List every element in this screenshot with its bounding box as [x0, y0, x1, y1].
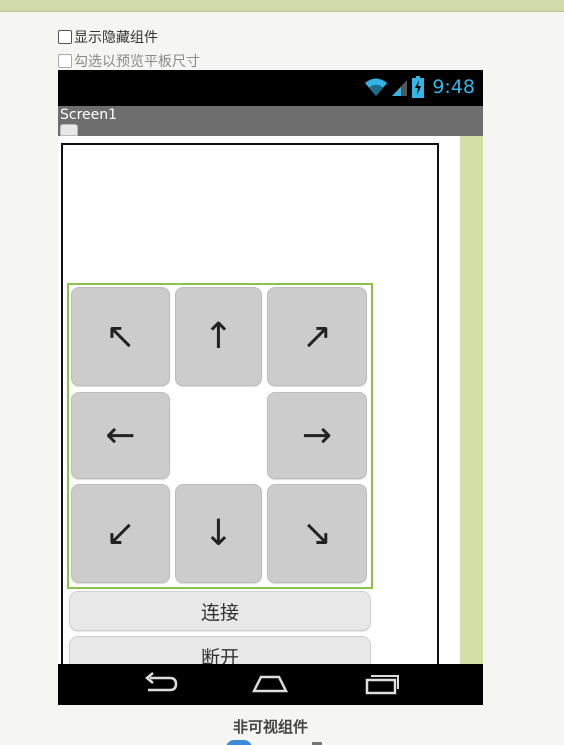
right-button[interactable]: →: [267, 392, 367, 479]
screen-title: Screen1: [60, 107, 118, 123]
arrow-up-icon: ↑: [203, 316, 234, 357]
screen-title-bar: Screen1: [58, 106, 483, 136]
arrow-down-right-icon: ↘: [301, 513, 333, 554]
up-button[interactable]: ↑: [175, 287, 262, 386]
tablet-preview-option[interactable]: 勾选以预览平板尺寸: [58, 51, 200, 71]
arrow-down-icon: ↓: [203, 513, 234, 554]
arrow-left-icon: ←: [105, 415, 136, 456]
screen-canvas: ↖ ↑ ↗ ← → ↙ ↓ ↘ 连接 断开: [61, 143, 439, 676]
status-time: 9:48: [432, 76, 475, 98]
arrow-right-icon: →: [301, 415, 333, 456]
battery-icon: [412, 76, 425, 98]
show-hidden-label: 显示隐藏组件: [74, 30, 158, 46]
down-right-button[interactable]: ↘: [267, 484, 367, 583]
arrow-up-left-icon: ↖: [105, 316, 136, 357]
show-hidden-components-option[interactable]: 显示隐藏组件: [58, 27, 158, 47]
show-hidden-checkbox[interactable]: [58, 30, 72, 44]
up-left-button[interactable]: ↖: [71, 287, 170, 386]
screen-tab-handle: [60, 124, 78, 136]
tablet-preview-label: 勾选以预览平板尺寸: [74, 54, 200, 70]
recent-apps-icon[interactable]: [361, 670, 401, 698]
component-icon: [226, 740, 252, 745]
connect-button[interactable]: 连接: [69, 591, 371, 631]
left-button[interactable]: ←: [71, 392, 170, 479]
direction-pad: ↖ ↑ ↗ ← → ↙ ↓ ↘: [67, 283, 373, 589]
down-button[interactable]: ↓: [175, 484, 262, 583]
arrow-down-left-icon: ↙: [105, 513, 136, 554]
phone-preview: 9:48 Screen1 ↖ ↑ ↗ ← → ↙ ↓ ↘ 连接 断开: [58, 70, 483, 705]
down-left-button[interactable]: ↙: [71, 484, 170, 583]
wifi-icon: [365, 78, 388, 96]
top-toolbar-strip: [0, 0, 564, 12]
home-icon[interactable]: [250, 670, 290, 698]
signal-icon: [392, 80, 408, 96]
non-visible-components-label: 非可视组件: [232, 718, 308, 736]
arrow-up-right-icon: ↗: [301, 316, 333, 357]
navigation-bar: [58, 664, 483, 705]
tablet-preview-checkbox[interactable]: [58, 54, 72, 68]
scrollbar[interactable]: [460, 136, 483, 664]
back-icon[interactable]: [140, 670, 180, 698]
status-bar: 9:48: [58, 70, 483, 106]
up-right-button[interactable]: ↗: [267, 287, 367, 386]
